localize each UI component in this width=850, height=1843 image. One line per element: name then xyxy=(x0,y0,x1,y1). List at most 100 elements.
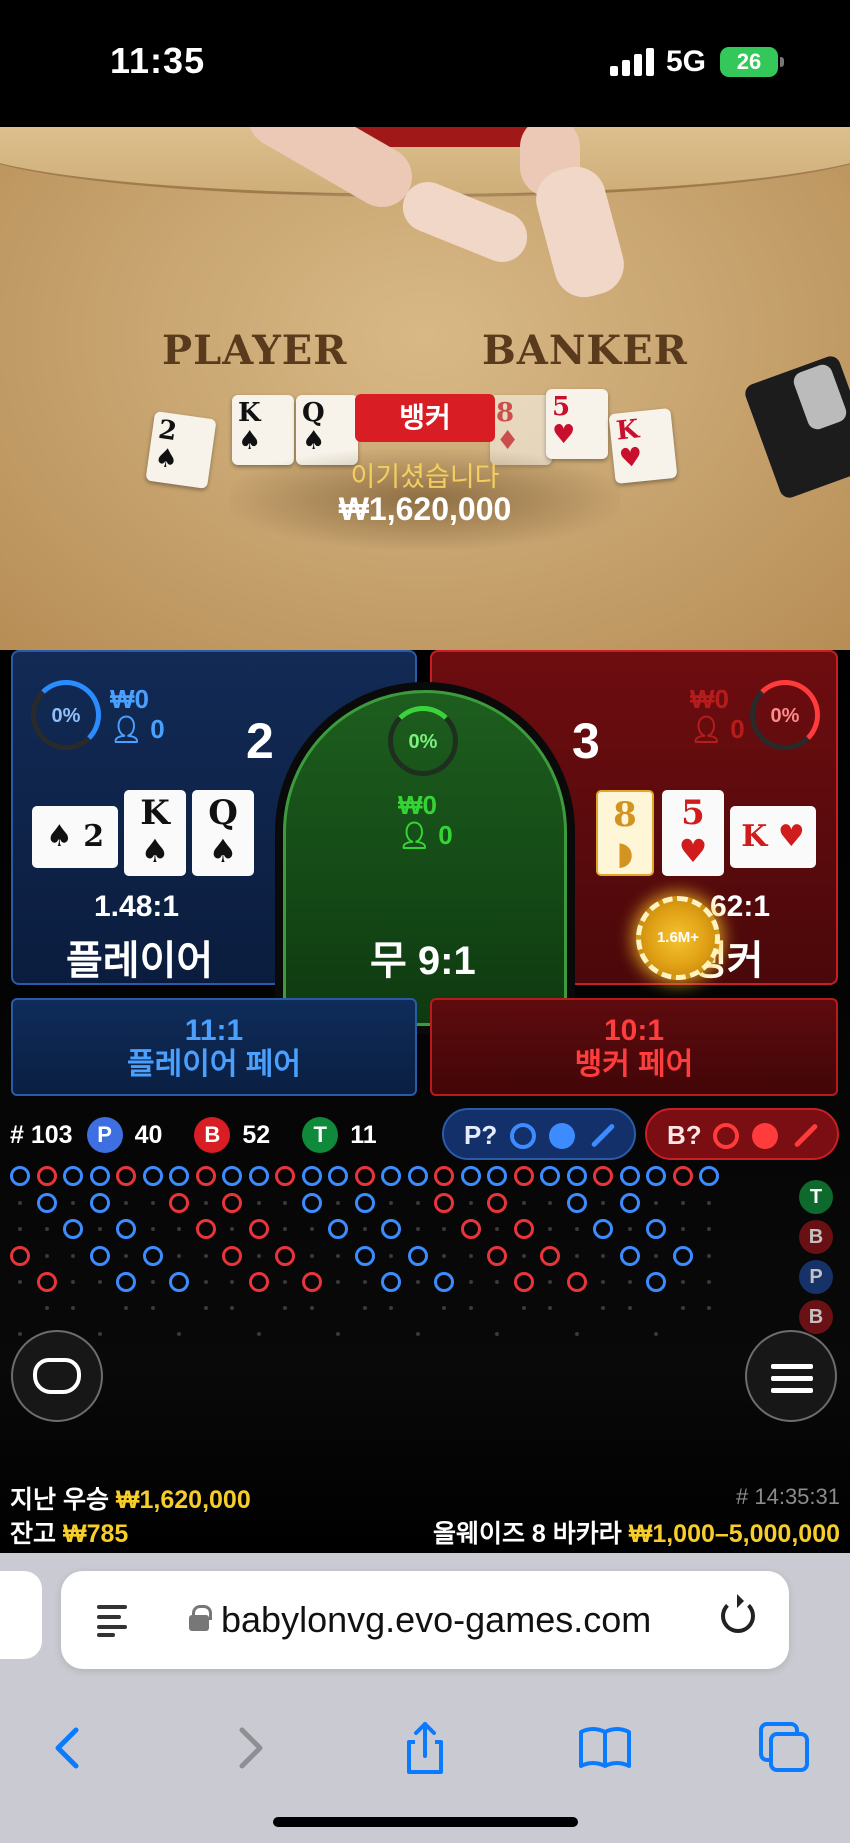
road-result-marker xyxy=(619,1166,640,1186)
road-result-marker xyxy=(89,1166,110,1186)
menu-button[interactable] xyxy=(745,1330,837,1422)
road-result-marker xyxy=(248,1166,269,1186)
tie-count-badge: T xyxy=(302,1117,339,1153)
battery-icon: 26 xyxy=(720,47,784,77)
ask-banker-button[interactable]: B? xyxy=(645,1108,839,1160)
ask-banker-label: B? xyxy=(667,1120,702,1150)
back-icon[interactable] xyxy=(40,1718,100,1778)
road-empty-cell xyxy=(601,1305,605,1310)
previous-tab[interactable] xyxy=(0,1571,42,1659)
banker-bet-amount: ₩0 xyxy=(690,684,729,714)
road-result-marker xyxy=(248,1219,269,1239)
tabs-icon[interactable] xyxy=(755,1718,815,1778)
prediction-badge: B xyxy=(799,1300,833,1334)
road-result-marker xyxy=(328,1166,348,1186)
road-empty-cell xyxy=(256,1200,261,1205)
player-score: 2 xyxy=(246,713,274,769)
road-result-marker xyxy=(89,1192,110,1213)
scoreboard[interactable] xyxy=(10,1166,840,1506)
road-result-marker xyxy=(513,1166,534,1186)
road-empty-cell xyxy=(336,1280,340,1284)
forward-icon[interactable] xyxy=(218,1718,278,1778)
betting-area: 0% ₩0 👤︎ 0 2 ♠ 2 K ♠ Q ♠ 1.48:1 플레이어 0% ₩0… xyxy=(0,650,850,1550)
road-empty-cell xyxy=(18,1280,22,1284)
filled-circle-icon xyxy=(752,1123,778,1149)
table-limits: 올웨이즈 8 바카라 ₩1,000–5,000,000 xyxy=(433,1514,840,1550)
share-icon[interactable] xyxy=(395,1718,455,1778)
bet-chip[interactable]: 1.6M+ xyxy=(636,896,720,980)
balance-value: ₩785 xyxy=(62,1520,129,1548)
road-result-marker xyxy=(460,1219,481,1239)
road-result-marker xyxy=(672,1166,693,1186)
road-empty-cell xyxy=(521,1200,526,1205)
road-result-marker xyxy=(275,1245,295,1266)
player-bettors: 👤︎ 0 xyxy=(110,714,165,744)
road-empty-cell xyxy=(177,1332,181,1336)
road-empty-cell xyxy=(18,1227,22,1231)
road-empty-cell xyxy=(442,1305,446,1310)
person-icon: 👤︎ xyxy=(690,714,724,744)
road-empty-cell xyxy=(150,1280,155,1284)
url-text[interactable]: babylonvg.evo-games.com xyxy=(221,1599,651,1641)
home-indicator xyxy=(273,1817,578,1827)
lobby-button[interactable] xyxy=(11,1330,103,1422)
road-result-marker xyxy=(142,1245,163,1266)
banker-bet-stats: ₩0 👤︎ 0 xyxy=(690,684,745,744)
browser-toolbar: babylonvg.evo-games.com xyxy=(0,1553,850,1843)
road-empty-cell xyxy=(548,1280,552,1284)
bookmarks-icon[interactable] xyxy=(575,1718,635,1778)
road-result-marker xyxy=(301,1192,322,1213)
road-result-marker xyxy=(63,1219,83,1239)
reader-mode-icon[interactable] xyxy=(97,1601,131,1637)
road-empty-cell xyxy=(495,1332,499,1336)
road-empty-cell xyxy=(680,1227,685,1231)
banker-pair-odds: 10:1 xyxy=(603,1014,665,1047)
road-result-marker xyxy=(222,1166,242,1186)
road-empty-cell xyxy=(627,1280,632,1284)
banker-pair-bet[interactable]: 10:1 뱅커 페어 xyxy=(430,998,838,1096)
road-empty-cell xyxy=(18,1332,22,1336)
road-empty-cell xyxy=(124,1305,128,1310)
balance-label: 잔고 xyxy=(10,1520,57,1548)
road-result-marker xyxy=(10,1166,30,1186)
road-empty-cell xyxy=(203,1253,208,1258)
road-result-marker xyxy=(328,1219,348,1239)
winner-banner: 뱅커 xyxy=(355,394,495,442)
person-icon: 👤︎ xyxy=(398,820,432,850)
road-result-marker xyxy=(142,1166,163,1186)
slash-icon xyxy=(590,1123,616,1148)
road-result-marker xyxy=(89,1245,110,1266)
table-player-label: PLAYER xyxy=(162,327,348,374)
road-empty-cell xyxy=(468,1200,473,1205)
tie-count: 11 xyxy=(350,1120,377,1149)
banker-card: K ♥ xyxy=(730,806,816,868)
road-empty-cell xyxy=(309,1253,314,1258)
road-empty-cell xyxy=(601,1280,605,1284)
player-label: 플레이어 xyxy=(66,939,214,983)
road-empty-cell xyxy=(654,1253,658,1258)
lobby-icon xyxy=(33,1358,81,1394)
road-empty-cell xyxy=(680,1280,685,1284)
road-empty-cell xyxy=(442,1227,446,1231)
road-result-marker xyxy=(540,1245,560,1266)
road-empty-cell xyxy=(362,1227,367,1231)
road-empty-cell xyxy=(548,1200,552,1205)
ask-player-button[interactable]: P? xyxy=(442,1108,636,1160)
road-stats: # 103 P 40 B 52 T 11 xyxy=(10,1110,377,1160)
tie-bettors: 👤︎ 0 xyxy=(398,820,453,850)
player-pair-bet[interactable]: 11:1 플레이어 페어 xyxy=(11,998,417,1096)
road-result-marker xyxy=(619,1245,640,1266)
road-empty-cell xyxy=(362,1280,367,1284)
address-bar[interactable]: babylonvg.evo-games.com xyxy=(61,1571,789,1669)
road-empty-cell xyxy=(309,1227,314,1231)
reload-icon[interactable] xyxy=(721,1594,755,1633)
road-empty-cell xyxy=(574,1253,579,1258)
road-result-marker xyxy=(407,1166,428,1186)
live-video: PLAYER BANKER 2 ♠ K ♠ Q ♠ 8 ♦ 5 ♥ K ♥ 뱅커 이기셨습니… xyxy=(0,127,850,650)
road-empty-cell xyxy=(97,1280,102,1284)
road-result-marker xyxy=(487,1192,507,1213)
battery-level: 26 xyxy=(736,49,762,74)
banker-card: 5 ♥ xyxy=(662,790,724,876)
balance: 잔고 ₩785 xyxy=(10,1514,128,1550)
road-empty-cell xyxy=(150,1227,155,1231)
